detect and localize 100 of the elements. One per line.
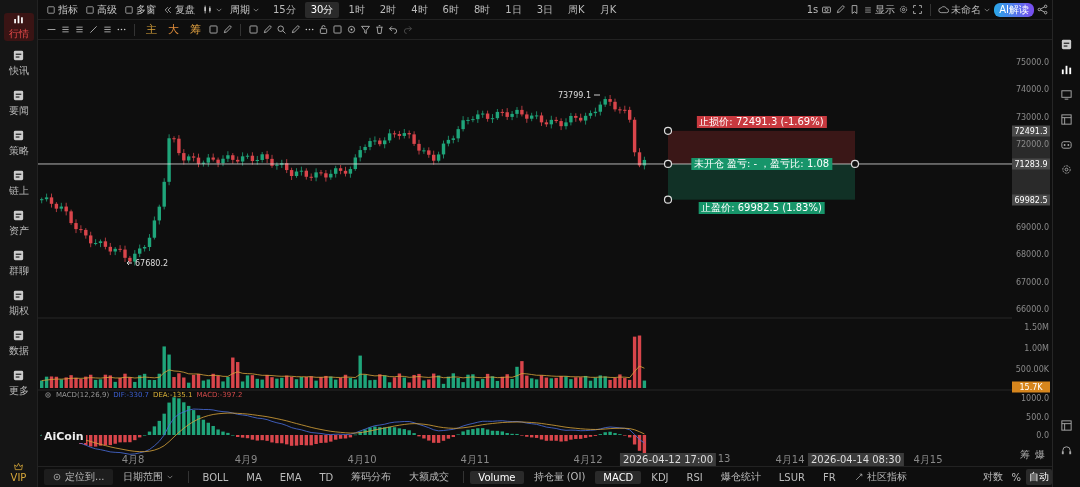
sidebar-item[interactable]: 数据 xyxy=(3,325,34,361)
signal-icon[interactable] xyxy=(1060,63,1073,76)
scale-toggle[interactable]: 自动 xyxy=(1026,469,1052,485)
axis-label: 66000.0 xyxy=(1015,304,1049,314)
settings-icon[interactable] xyxy=(898,4,910,15)
shortcut-button[interactable]: 大 xyxy=(164,22,183,37)
bookmark-icon[interactable] xyxy=(849,4,861,15)
square-icon[interactable] xyxy=(208,24,219,35)
interval-tab[interactable]: 4时 xyxy=(405,1,434,18)
zoom-icon[interactable] xyxy=(276,24,287,35)
period-dropdown[interactable]: 周期 xyxy=(230,2,260,17)
stop-loss-label: 止损价: 72491.3 (-1.69%) xyxy=(696,115,827,128)
indicator-tab[interactable]: EMA xyxy=(271,470,310,484)
indicator-tab[interactable]: KDJ xyxy=(643,470,677,484)
square-icon[interactable] xyxy=(248,24,259,35)
pen-icon[interactable] xyxy=(835,4,847,15)
toolbar-button[interactable]: 复盘 xyxy=(163,2,195,17)
toolbar-button[interactable]: 多窗 xyxy=(124,2,156,17)
vip-link[interactable]: VIP xyxy=(10,461,27,483)
indicator-tab[interactable]: FR xyxy=(815,470,844,484)
app-icon xyxy=(12,208,25,222)
square-icon[interactable] xyxy=(332,24,343,35)
scale-toggle[interactable]: % xyxy=(1008,470,1024,484)
indicator-tab[interactable]: BOLL xyxy=(194,470,237,484)
sidebar-item[interactable]: 资产 xyxy=(3,205,34,241)
sidebar-item[interactable]: 策略 xyxy=(3,125,34,161)
community-indicators-button[interactable]: 社区指标 xyxy=(845,469,915,485)
drag-handle[interactable] xyxy=(663,195,673,204)
window-icon[interactable] xyxy=(1060,113,1073,126)
pen-icon[interactable] xyxy=(290,24,301,35)
robot-icon[interactable] xyxy=(1060,138,1073,151)
share-icon[interactable] xyxy=(1037,4,1048,15)
ai-button[interactable]: AI解读 xyxy=(994,2,1034,17)
locate-button[interactable]: 定位到... xyxy=(44,469,113,485)
layout-dropdown[interactable]: 未命名 xyxy=(938,2,992,17)
lines-icon[interactable] xyxy=(102,24,113,35)
sidebar-item[interactable]: 要闻 xyxy=(3,85,34,121)
indicator-tab[interactable]: Volume xyxy=(470,470,524,484)
indicator-tab[interactable]: RSI xyxy=(678,470,711,484)
pen-icon[interactable] xyxy=(222,24,233,35)
camera-icon[interactable] xyxy=(821,4,833,15)
interval-tab[interactable]: 1时 xyxy=(342,1,371,18)
trend-line-icon[interactable] xyxy=(88,24,99,35)
chart-type-dropdown[interactable] xyxy=(202,4,223,15)
square-icon xyxy=(46,4,56,15)
chart-logo: AiCoin xyxy=(42,430,86,443)
axis-label: 1000.0 xyxy=(1021,393,1049,403)
axis-toggle[interactable]: 爆 xyxy=(1035,448,1045,462)
indicator-tab[interactable]: 持仓量 (OI) xyxy=(525,469,594,485)
sidebar-item[interactable]: 更多 xyxy=(3,365,34,401)
toolbar-button[interactable]: 高级 xyxy=(85,2,117,17)
lines-icon[interactable] xyxy=(74,24,85,35)
date-range-dropdown[interactable]: 日期范围 xyxy=(114,469,182,485)
fullscreen-icon[interactable] xyxy=(912,4,924,15)
sidebar-item[interactable]: 链上 xyxy=(3,165,34,201)
interval-tab[interactable]: 3日 xyxy=(530,1,560,18)
drag-handle[interactable] xyxy=(663,126,673,135)
shortcut-button[interactable]: 主 xyxy=(142,22,161,37)
axis-label: 72000.0 xyxy=(1015,139,1049,149)
drag-handle[interactable] xyxy=(663,159,673,169)
interval-tab[interactable]: 6时 xyxy=(436,1,465,18)
headset-icon[interactable] xyxy=(1060,444,1073,457)
refresh-interval[interactable]: 1s xyxy=(806,4,819,15)
interval-tab[interactable]: 周K xyxy=(562,1,591,18)
lines-icon[interactable] xyxy=(60,24,71,35)
drag-handle[interactable] xyxy=(850,159,860,169)
interval-tab[interactable]: 15分 xyxy=(267,1,302,18)
interval-tab[interactable]: 月K xyxy=(593,1,623,18)
lock-icon[interactable] xyxy=(318,24,329,35)
shortcut-button[interactable]: 筹 xyxy=(186,22,205,37)
axis-label: 4月15 xyxy=(913,453,943,466)
interval-tab[interactable]: 1日 xyxy=(499,1,528,18)
indicator-tab[interactable]: MA xyxy=(238,470,270,484)
indicator-tab[interactable]: 爆仓统计 xyxy=(712,469,769,485)
display-button[interactable]: 显示 xyxy=(863,2,896,17)
indicator-tab[interactable]: 筹码分布 xyxy=(343,469,400,485)
indicator-tab[interactable]: MACD xyxy=(595,470,642,484)
axis-label: 1.50M xyxy=(1024,322,1049,332)
interval-tab[interactable]: 8时 xyxy=(467,1,497,18)
scale-toggle[interactable]: 对数 xyxy=(980,469,1007,485)
indicator-tab[interactable]: LSUR xyxy=(770,470,813,484)
interval-tab[interactable]: 30分 xyxy=(304,1,340,18)
sidebar-item[interactable]: 期权 xyxy=(3,285,34,321)
layout-icon[interactable] xyxy=(1060,419,1073,432)
document-icon[interactable] xyxy=(1060,38,1073,51)
sidebar-item[interactable]: 快讯 xyxy=(3,45,34,81)
sidebar-item[interactable]: 群聊 xyxy=(3,245,34,281)
trash-icon[interactable] xyxy=(374,24,385,35)
indicator-tab[interactable]: 大额成交 xyxy=(401,469,458,485)
undo-icon[interactable] xyxy=(388,24,399,35)
monitor-icon[interactable] xyxy=(1060,88,1073,101)
sidebar-item[interactable]: 行情 xyxy=(3,13,34,41)
filter-icon[interactable] xyxy=(360,24,371,35)
toolbar-button[interactable]: 指标 xyxy=(46,2,78,17)
axis-toggle[interactable]: 筹 xyxy=(1020,448,1030,462)
candlestick-icon xyxy=(202,4,213,15)
price-marker: 69982.5 xyxy=(1012,194,1050,206)
indicator-tab[interactable]: TD xyxy=(311,470,342,484)
axis-label: 4月10 xyxy=(347,453,377,466)
interval-tab[interactable]: 2时 xyxy=(373,1,403,18)
